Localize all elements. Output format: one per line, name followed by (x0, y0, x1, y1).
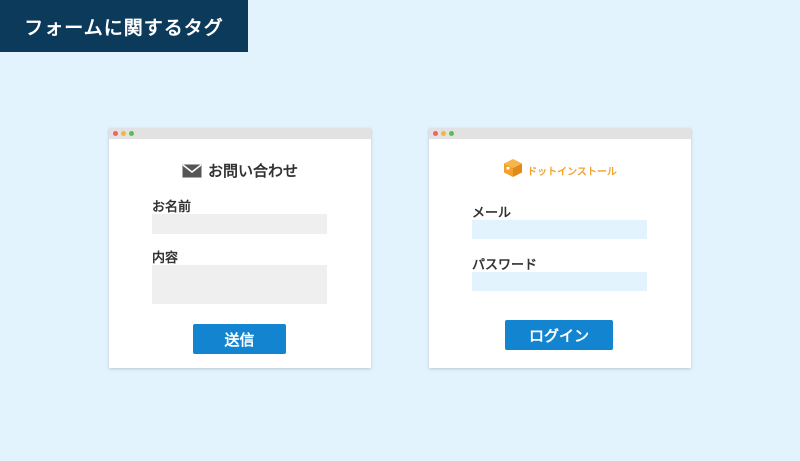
content-label: 内容 (152, 251, 179, 266)
email-input[interactable] (472, 220, 647, 239)
close-dot[interactable] (433, 131, 438, 136)
maximize-dot[interactable] (449, 131, 454, 136)
contact-form-window: お問い合わせ お名前 内容 送信 (109, 128, 371, 368)
window-title-bar (109, 128, 371, 139)
minimize-dot[interactable] (121, 131, 126, 136)
name-input[interactable] (152, 214, 327, 234)
contact-form-title: お問い合わせ (207, 162, 298, 180)
logo-text: ドットインストール (527, 166, 617, 178)
content-textarea[interactable] (152, 265, 327, 304)
dotinstall-logo: ドットインストール (429, 158, 691, 182)
login-button[interactable]: ログイン (505, 320, 613, 350)
page-title: フォームに関するタグ (0, 0, 248, 52)
email-label: メール (472, 206, 512, 221)
password-input[interactable] (472, 272, 647, 291)
password-label: パスワード (472, 258, 538, 273)
mail-icon (182, 163, 202, 178)
window-title-bar (429, 128, 691, 139)
close-dot[interactable] (113, 131, 118, 136)
box-icon (503, 158, 523, 182)
minimize-dot[interactable] (441, 131, 446, 136)
maximize-dot[interactable] (129, 131, 134, 136)
submit-button[interactable]: 送信 (193, 324, 286, 354)
contact-form-header: お問い合わせ (109, 160, 371, 181)
login-form-window: ドットインストール メール パスワード ログイン (429, 128, 691, 368)
name-label: お名前 (152, 200, 192, 215)
